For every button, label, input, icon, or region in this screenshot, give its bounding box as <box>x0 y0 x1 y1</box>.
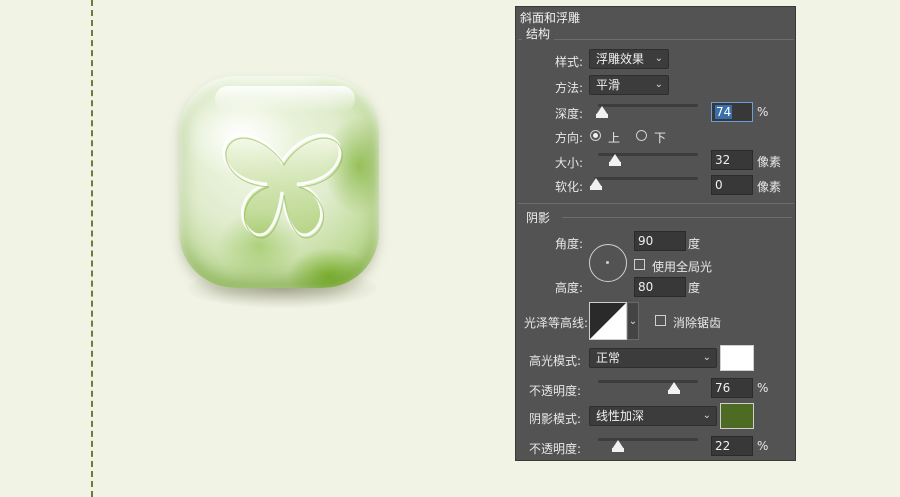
panel-title: 斜面和浮雕 <box>520 11 581 25</box>
soften-slider-track[interactable] <box>594 177 698 180</box>
shadow-opacity-input[interactable]: 22 <box>711 436 753 456</box>
depth-unit: % <box>757 105 769 119</box>
jade-gloss <box>215 86 355 112</box>
highlight-opacity-slider-track[interactable] <box>598 380 698 383</box>
size-unit: 像素 <box>757 155 782 169</box>
contour-curve-icon <box>590 303 626 339</box>
highlight-opacity-unit: % <box>757 381 769 395</box>
bevel-emboss-panel: 斜面和浮雕 结构 样式: 浮雕效果 ⌄ 方法: 平滑 ⌄ 深度: 74 % 方向… <box>515 6 796 461</box>
direction-label: 方向: <box>555 131 584 145</box>
global-light-label: 使用全局光 <box>652 260 713 274</box>
highlight-opacity-slider-thumb[interactable] <box>668 382 680 394</box>
depth-input[interactable]: 74 <box>711 102 753 122</box>
depth-slider-track[interactable] <box>598 104 698 107</box>
angle-unit: 度 <box>688 237 701 251</box>
altitude-unit: 度 <box>688 281 701 295</box>
soften-input[interactable]: 0 <box>711 175 753 195</box>
highlight-mode-value: 正常 <box>596 351 621 365</box>
angle-input[interactable]: 90 <box>634 231 686 251</box>
highlight-mode-label: 高光模式: <box>529 354 582 368</box>
shadow-opacity-slider-thumb[interactable] <box>612 440 624 452</box>
structure-divider <box>518 39 794 40</box>
shadow-mode-label: 阴影模式: <box>529 412 582 426</box>
highlight-opacity-input[interactable]: 76 <box>711 378 753 398</box>
style-select[interactable]: 浮雕效果 ⌄ <box>589 49 669 69</box>
highlight-opacity-label: 不透明度: <box>529 384 582 398</box>
shading-divider-line <box>562 217 792 218</box>
anti-aliased-label: 消除锯齿 <box>673 316 722 330</box>
altitude-input[interactable]: 80 <box>634 277 686 297</box>
shadow-opacity-label: 不透明度: <box>529 442 582 456</box>
altitude-label: 高度: <box>555 281 584 295</box>
angle-label: 角度: <box>555 237 584 251</box>
shadow-opacity-unit: % <box>757 439 769 453</box>
highlight-color-swatch[interactable] <box>720 345 754 371</box>
soften-slider-thumb[interactable] <box>590 178 602 190</box>
chevron-down-icon: ⌄ <box>628 316 638 327</box>
chevron-down-icon: ⌄ <box>654 79 663 90</box>
structure-group-label: 结构 <box>522 25 555 42</box>
chevron-down-icon: ⌄ <box>702 410 711 421</box>
technique-select[interactable]: 平滑 ⌄ <box>589 75 669 95</box>
shading-group-label: 阴影 <box>522 209 555 226</box>
technique-select-value: 平滑 <box>596 78 621 92</box>
soften-unit: 像素 <box>757 180 782 194</box>
chevron-down-icon: ⌄ <box>654 53 663 64</box>
size-input[interactable]: 32 <box>711 150 753 170</box>
global-light-checkbox[interactable] <box>634 259 645 270</box>
shadow-mode-select[interactable]: 线性加深 ⌄ <box>589 406 717 426</box>
direction-up-radio[interactable] <box>590 130 601 141</box>
highlight-mode-select[interactable]: 正常 ⌄ <box>589 348 717 368</box>
angle-dial-dot <box>606 261 609 264</box>
guide-line <box>91 0 93 497</box>
jade-tile-preview <box>165 72 395 312</box>
anti-aliased-checkbox[interactable] <box>655 315 666 326</box>
gloss-contour-label: 光泽等高线: <box>524 316 589 330</box>
butterfly-icon <box>222 133 343 239</box>
chevron-down-icon: ⌄ <box>702 352 711 363</box>
direction-down-label: 下 <box>654 131 667 145</box>
style-select-value: 浮雕效果 <box>596 52 645 66</box>
direction-down-radio[interactable] <box>636 130 647 141</box>
depth-label: 深度: <box>555 107 584 121</box>
style-label: 样式: <box>555 55 584 69</box>
gloss-contour-preview[interactable] <box>589 302 627 340</box>
shadow-color-swatch[interactable] <box>720 403 754 429</box>
size-label: 大小: <box>555 156 584 170</box>
contour-dropdown-button[interactable]: ⌄ <box>627 302 639 340</box>
angle-dial[interactable] <box>589 244 627 282</box>
shading-divider <box>518 203 794 204</box>
size-slider-thumb[interactable] <box>609 154 621 166</box>
technique-label: 方法: <box>555 81 584 95</box>
depth-slider-thumb[interactable] <box>596 106 608 118</box>
soften-label: 软化: <box>555 180 584 194</box>
shadow-mode-value: 线性加深 <box>596 409 645 423</box>
direction-up-label: 上 <box>608 131 621 145</box>
